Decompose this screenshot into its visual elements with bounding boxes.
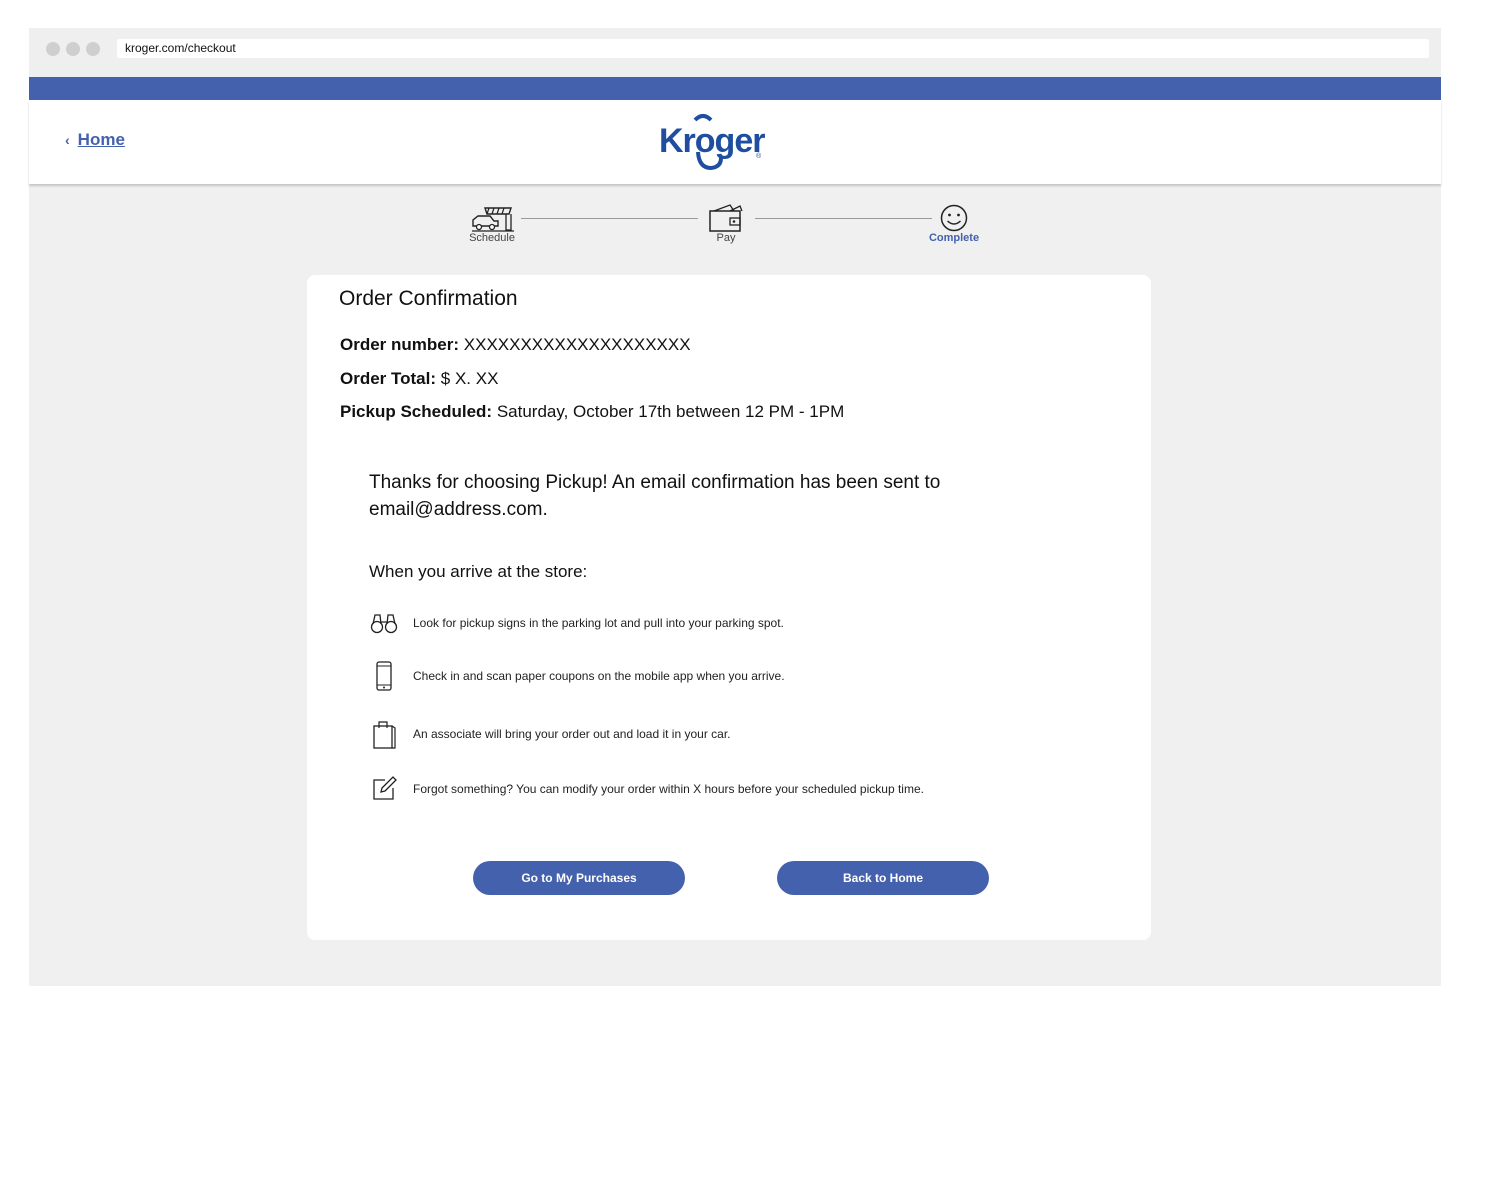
smiley-icon (940, 204, 968, 232)
window-minimize-dot[interactable] (66, 42, 80, 56)
home-link-label: Home (77, 130, 125, 149)
page-title: Order Confirmation (339, 287, 518, 310)
home-link[interactable]: ‹ Home (65, 130, 125, 150)
order-number: Order number: XXXXXXXXXXXXXXXXXXXX (340, 335, 691, 355)
address-bar[interactable]: kroger.com/checkout (117, 39, 1429, 58)
order-total-value: $ X. XX (440, 369, 499, 388)
pickup-scheduled: Pickup Scheduled: Saturday, October 17th… (340, 402, 844, 422)
chevron-left-icon: ‹ (65, 132, 70, 148)
checkout-progress: Schedule Pay Complete (29, 184, 1441, 264)
window-close-dot[interactable] (46, 42, 60, 56)
tip-text: Look for pickup signs in the parking lot… (413, 616, 784, 630)
browser-window: kroger.com/checkout ‹ Home Kroger ® Sche… (29, 28, 1441, 986)
tip-text: An associate will bring your order out a… (413, 727, 731, 741)
tip-text: Forgot something? You can modify your or… (413, 782, 924, 796)
list-item: An associate will bring your order out a… (369, 719, 731, 749)
go-to-purchases-button[interactable]: Go to My Purchases (473, 861, 685, 895)
order-total-label: Order Total: (340, 369, 437, 388)
step-complete-label: Complete (928, 232, 980, 244)
back-to-home-button[interactable]: Back to Home (777, 861, 989, 895)
list-item: Look for pickup signs in the parking lot… (369, 608, 784, 638)
order-confirmation-card: Order Confirmation Order number: XXXXXXX… (307, 275, 1151, 940)
arrival-heading: When you arrive at the store: (369, 562, 588, 581)
order-total: Order Total: $ X. XX (340, 369, 498, 389)
progress-line (755, 218, 932, 219)
window-maximize-dot[interactable] (86, 42, 100, 56)
step-pay[interactable]: Pay (681, 204, 771, 244)
binoculars-icon (369, 608, 399, 638)
list-item: Forgot something? You can modify your or… (369, 774, 924, 804)
svg-text:®: ® (756, 152, 762, 160)
step-pay-label: Pay (716, 232, 736, 244)
kroger-logo[interactable]: Kroger ® (655, 112, 766, 172)
pickup-scheduled-value: Saturday, October 17th between 12 PM - 1… (496, 402, 845, 421)
step-schedule-label: Schedule (469, 232, 515, 244)
pickup-scheduled-label: Pickup Scheduled: (340, 402, 493, 421)
delivery-truck-icon (472, 207, 514, 232)
svg-text:Kroger: Kroger (659, 122, 765, 160)
browser-chrome: kroger.com/checkout (29, 28, 1441, 78)
step-complete[interactable]: Complete (909, 204, 999, 244)
tip-text: Check in and scan paper coupons on the m… (413, 669, 785, 683)
list-item: Check in and scan paper coupons on the m… (369, 661, 785, 691)
smartphone-icon (369, 661, 399, 691)
thanks-message: Thanks for choosing Pickup! An email con… (369, 472, 941, 520)
wallet-icon (709, 204, 743, 232)
order-number-label: Order number: (340, 335, 460, 354)
brand-bar (29, 77, 1441, 100)
step-schedule[interactable]: Schedule (447, 204, 537, 244)
progress-line (521, 218, 698, 219)
order-number-value: XXXXXXXXXXXXXXXXXXXX (463, 335, 691, 354)
edit-icon (369, 774, 399, 804)
site-header: ‹ Home Kroger ® (29, 100, 1441, 184)
shopping-bag-icon (369, 719, 399, 749)
